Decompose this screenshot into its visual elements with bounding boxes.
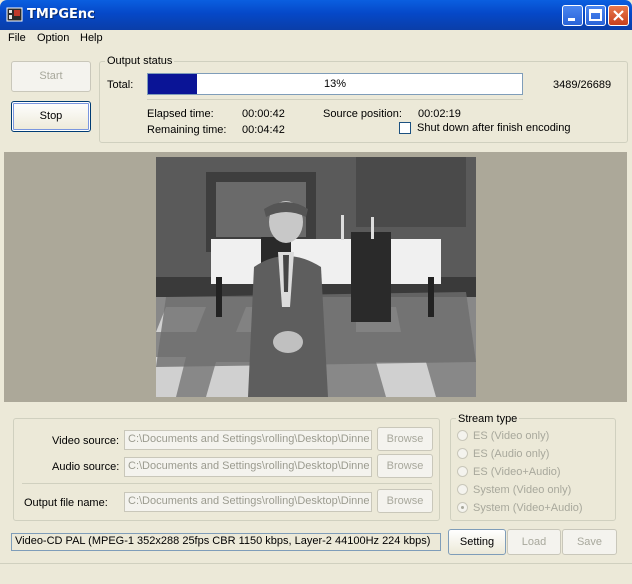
audio-source-label: Audio source: — [52, 461, 120, 473]
load-button[interactable]: Load — [507, 529, 561, 555]
output-file-field[interactable]: C:\Documents and Settings\rolling\Deskto… — [124, 492, 372, 512]
video-source-field[interactable]: C:\Documents and Settings\rolling\Deskto… — [124, 430, 372, 450]
elapsed-label: Elapsed time: — [147, 108, 214, 120]
output-browse-button[interactable]: Browse — [377, 489, 433, 513]
progress-percent: 13% — [323, 78, 347, 90]
maximize-button[interactable] — [585, 5, 606, 26]
radio-icon — [457, 466, 468, 477]
source-position-label: Source position: — [323, 108, 402, 120]
minimize-button[interactable] — [562, 5, 583, 26]
radio-icon — [457, 430, 468, 441]
menu-help[interactable]: Help — [80, 32, 103, 44]
video-preview — [156, 157, 476, 397]
stream-option-label: ES (Video+Audio) — [473, 466, 561, 478]
app-icon — [6, 7, 23, 22]
stop-button[interactable]: Stop — [11, 101, 91, 132]
start-button[interactable]: Start — [11, 61, 91, 92]
shutdown-checkbox[interactable] — [399, 122, 411, 134]
remaining-label: Remaining time: — [147, 124, 227, 136]
window-title: TMPGEnc — [27, 7, 95, 22]
files-divider — [22, 483, 432, 484]
stream-option-label: System (Video only) — [473, 484, 572, 496]
shutdown-label[interactable]: Shut down after finish encoding — [417, 122, 571, 134]
radio-icon — [457, 448, 468, 459]
stream-option-es-audio[interactable]: ES (Audio only) — [457, 448, 549, 460]
radio-icon — [457, 484, 468, 495]
stream-option-system-video-audio[interactable]: System (Video+Audio) — [457, 502, 583, 514]
maximize-icon — [589, 9, 602, 21]
source-position-value: 00:02:19 — [418, 108, 461, 120]
progress-bar: 13% — [147, 73, 523, 95]
stream-option-label: System (Video+Audio) — [473, 502, 583, 514]
menu-bar: File Option Help — [0, 30, 632, 48]
divider — [147, 99, 523, 100]
video-browse-button[interactable]: Browse — [377, 427, 433, 451]
remaining-value: 00:04:42 — [242, 124, 285, 136]
stream-option-es-video-audio[interactable]: ES (Video+Audio) — [457, 466, 561, 478]
stream-option-label: ES (Video only) — [473, 430, 550, 442]
audio-source-field[interactable]: C:\Documents and Settings\rolling\Deskto… — [124, 457, 372, 477]
status-bar — [0, 563, 632, 584]
elapsed-value: 00:00:42 — [242, 108, 285, 120]
frame-count: 3489/26689 — [553, 79, 612, 91]
format-summary: Video-CD PAL (MPEG-1 352x288 25fps CBR 1… — [11, 533, 441, 551]
save-button[interactable]: Save — [562, 529, 617, 555]
stream-option-es-video[interactable]: ES (Video only) — [457, 430, 549, 442]
video-frame-image — [156, 157, 476, 397]
menu-option[interactable]: Option — [37, 32, 69, 44]
audio-browse-button[interactable]: Browse — [377, 454, 433, 478]
total-label: Total: — [107, 79, 134, 91]
menu-file[interactable]: File — [8, 32, 26, 44]
setting-button[interactable]: Setting — [448, 529, 506, 555]
output-status-legend: Output status — [105, 55, 175, 67]
stream-type-legend: Stream type — [456, 413, 520, 425]
video-source-label: Video source: — [52, 435, 120, 447]
close-button[interactable] — [608, 5, 629, 26]
close-icon — [613, 10, 624, 21]
title-bar[interactable]: TMPGEnc — [0, 0, 632, 30]
radio-selected-icon — [457, 502, 468, 513]
stream-option-label: ES (Audio only) — [473, 448, 550, 460]
minimize-icon — [568, 18, 575, 21]
stream-option-system-video[interactable]: System (Video only) — [457, 484, 571, 496]
output-file-label: Output file name: — [24, 497, 108, 509]
